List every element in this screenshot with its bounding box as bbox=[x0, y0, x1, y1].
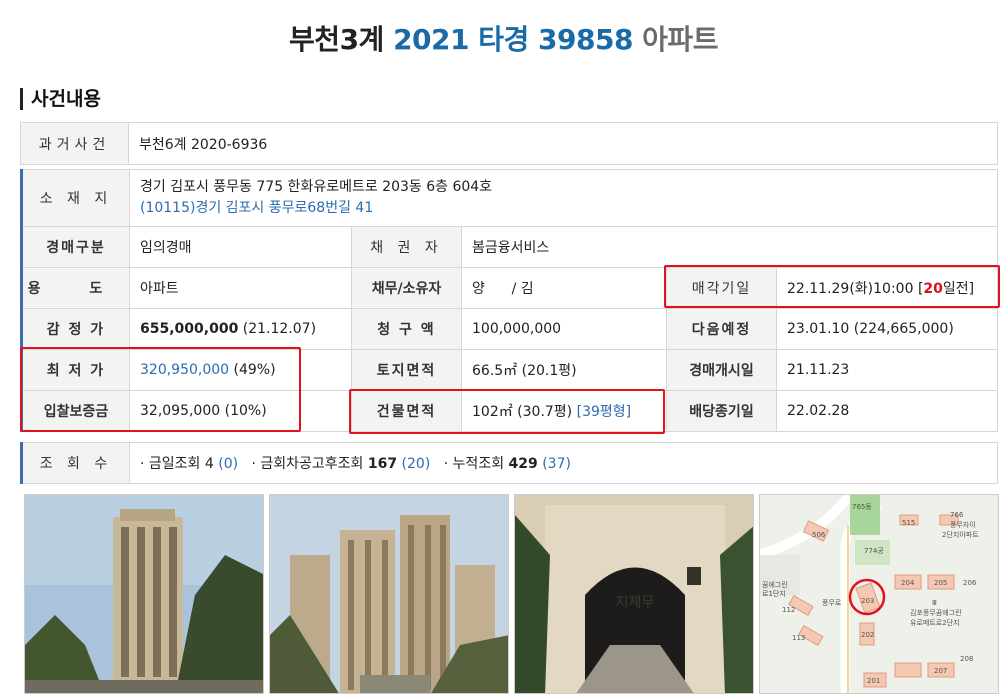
map-label: 풍무로 bbox=[822, 599, 842, 607]
auction-type-label: 경매구분 bbox=[20, 226, 130, 268]
apartment-complex-photo[interactable] bbox=[269, 494, 509, 694]
start-date-label: 경매개시일 bbox=[666, 349, 777, 391]
next-schedule-value: 23.01.10 (224,665,000) bbox=[776, 308, 998, 350]
sale-date-value: 22.11.29(화)10:00 [ bbox=[787, 281, 924, 297]
minimum-price-pct: (49%) bbox=[233, 362, 276, 378]
land-area-label: 토지면적 bbox=[351, 349, 462, 391]
location-map[interactable]: 765동 766 풍무자이 2단지아파트 515 506 774공 204 20… bbox=[759, 494, 999, 694]
address-text: 경기 김포시 풍무동 775 한화유로메트로 203동 6층 604호 bbox=[140, 179, 493, 195]
land-area-value: 66.5㎡ (20.1평) bbox=[461, 349, 667, 391]
creditor-label: 채 권 자 bbox=[351, 226, 462, 268]
today-views-sub: (0) bbox=[218, 456, 239, 472]
map-label: 207 bbox=[934, 667, 947, 675]
claim-value: 100,000,000 bbox=[461, 308, 667, 350]
appraisal-date: (21.12.07) bbox=[242, 321, 317, 337]
map-label: 로1단지 bbox=[762, 589, 786, 598]
sale-date-cell: 22.11.29(화)10:00 [20일전] bbox=[776, 267, 998, 309]
map-label: 201 bbox=[867, 677, 880, 685]
minimum-price-amount[interactable]: 320,950,000 bbox=[140, 362, 229, 378]
pyeong-type-link[interactable]: [39평형] bbox=[577, 404, 632, 420]
today-views-label: · 금일조회 bbox=[140, 456, 201, 472]
building-area-label: 건물면적 bbox=[351, 390, 462, 432]
minimum-price-label: 최 저 가 bbox=[20, 349, 130, 391]
today-views-count: 4 bbox=[204, 456, 214, 472]
building-area-value: 102㎡ (30.7평) bbox=[472, 404, 577, 420]
case-number: 2021 타경 39858 bbox=[393, 23, 633, 56]
past-case-table: 과거사건 부천6계 2020-6936 bbox=[20, 122, 998, 165]
case-info-table: 소 재 지 경기 김포시 풍무동 775 한화유로메트로 203동 6층 604… bbox=[20, 169, 998, 432]
map-label: 765동 bbox=[852, 503, 872, 511]
claim-label: 청 구 액 bbox=[351, 308, 462, 350]
appraisal-cell: 655,000,000 (21.12.07) bbox=[129, 308, 352, 350]
svg-text:지제무: 지제무 bbox=[616, 595, 655, 611]
sale-days-suffix: 일전] bbox=[942, 281, 975, 297]
map-label: 113 bbox=[792, 634, 805, 642]
entrance-photo[interactable]: 지제무 bbox=[514, 494, 754, 694]
location-label: 소 재 지 bbox=[20, 169, 130, 227]
map-label: 203 bbox=[861, 597, 874, 605]
next-schedule-label: 다음예정 bbox=[666, 308, 777, 350]
map-label: 2단지아파트 bbox=[942, 530, 979, 539]
notice-views-label: · 금회차공고후조회 bbox=[251, 456, 364, 472]
court-name: 부천3계 bbox=[289, 23, 384, 56]
total-views-count: 429 bbox=[508, 456, 538, 472]
deposit-value: 32,095,000 (10%) bbox=[129, 390, 352, 432]
view-count-cell: · 금일조회 4 (0) · 금회차공고후조회 167 (20) · 누적조회 … bbox=[129, 442, 998, 484]
dividend-end-label: 배당종기일 bbox=[666, 390, 777, 432]
map-label: 204 bbox=[901, 579, 915, 587]
sale-days-left: 20 bbox=[923, 281, 943, 297]
photo-strip: 지제무 765동 766 풍무자이 2단지아파트 515 506 774공 20… bbox=[24, 494, 999, 694]
past-case-label: 과거사건 bbox=[20, 122, 129, 165]
usage-value: 아파트 bbox=[129, 267, 352, 309]
map-label: 205 bbox=[934, 579, 947, 587]
past-case-value[interactable]: 부천6계 2020-6936 bbox=[128, 122, 998, 165]
map-label: 206 bbox=[963, 579, 977, 587]
map-label: 112 bbox=[782, 606, 795, 614]
map-label: 208 bbox=[960, 655, 973, 663]
debtor-owner-value: 양 / 김 bbox=[461, 267, 667, 309]
road-address-link[interactable]: (10115)경기 김포시 풍무로68번길 41 bbox=[140, 198, 997, 219]
page-title: 부천3계 2021 타경 39858 아파트 bbox=[0, 18, 1007, 58]
sale-date-label: 매각기일 bbox=[666, 267, 777, 309]
map-label: 꿈에그린 bbox=[762, 580, 788, 589]
building-area-cell: 102㎡ (30.7평) [39평형] bbox=[461, 390, 667, 432]
usage-label: 용 도 bbox=[20, 267, 130, 309]
total-views-label: · 누적조회 bbox=[443, 456, 505, 472]
minimum-price-cell: 320,950,000 (49%) bbox=[129, 349, 352, 391]
notice-views-sub: (20) bbox=[401, 456, 431, 472]
creditor-value: 봄금융서비스 bbox=[461, 226, 998, 268]
map-label: 506 bbox=[812, 531, 826, 539]
property-kind: 아파트 bbox=[642, 23, 718, 56]
appraisal-label: 감 정 가 bbox=[20, 308, 130, 350]
view-count-table: 조 회 수 · 금일조회 4 (0) · 금회차공고후조회 167 (20) ·… bbox=[20, 442, 998, 484]
appraisal-amount: 655,000,000 bbox=[140, 321, 239, 337]
map-label: 김포풍무꿈에그린 bbox=[910, 608, 962, 617]
section-heading: 사건내용 bbox=[20, 88, 101, 110]
map-label: Ⅲ bbox=[932, 599, 937, 607]
auction-type-value: 임의경매 bbox=[129, 226, 352, 268]
map-label: 766 bbox=[950, 511, 964, 519]
building-exterior-photo[interactable] bbox=[24, 494, 264, 694]
map-label: 774공 bbox=[864, 547, 884, 555]
notice-views-count: 167 bbox=[367, 456, 398, 472]
start-date-value: 21.11.23 bbox=[776, 349, 998, 391]
map-label: 202 bbox=[861, 631, 874, 639]
debtor-owner-label: 채무/소유자 bbox=[351, 267, 462, 309]
map-label: 515 bbox=[902, 519, 915, 527]
total-views-sub: (37) bbox=[542, 456, 571, 472]
map-label: 풍무자이 bbox=[950, 520, 976, 529]
deposit-label: 입찰보증금 bbox=[20, 390, 130, 432]
dividend-end-value: 22.02.28 bbox=[776, 390, 998, 432]
map-label: 유로메트로2단지 bbox=[910, 618, 960, 627]
view-count-label: 조 회 수 bbox=[20, 442, 130, 484]
